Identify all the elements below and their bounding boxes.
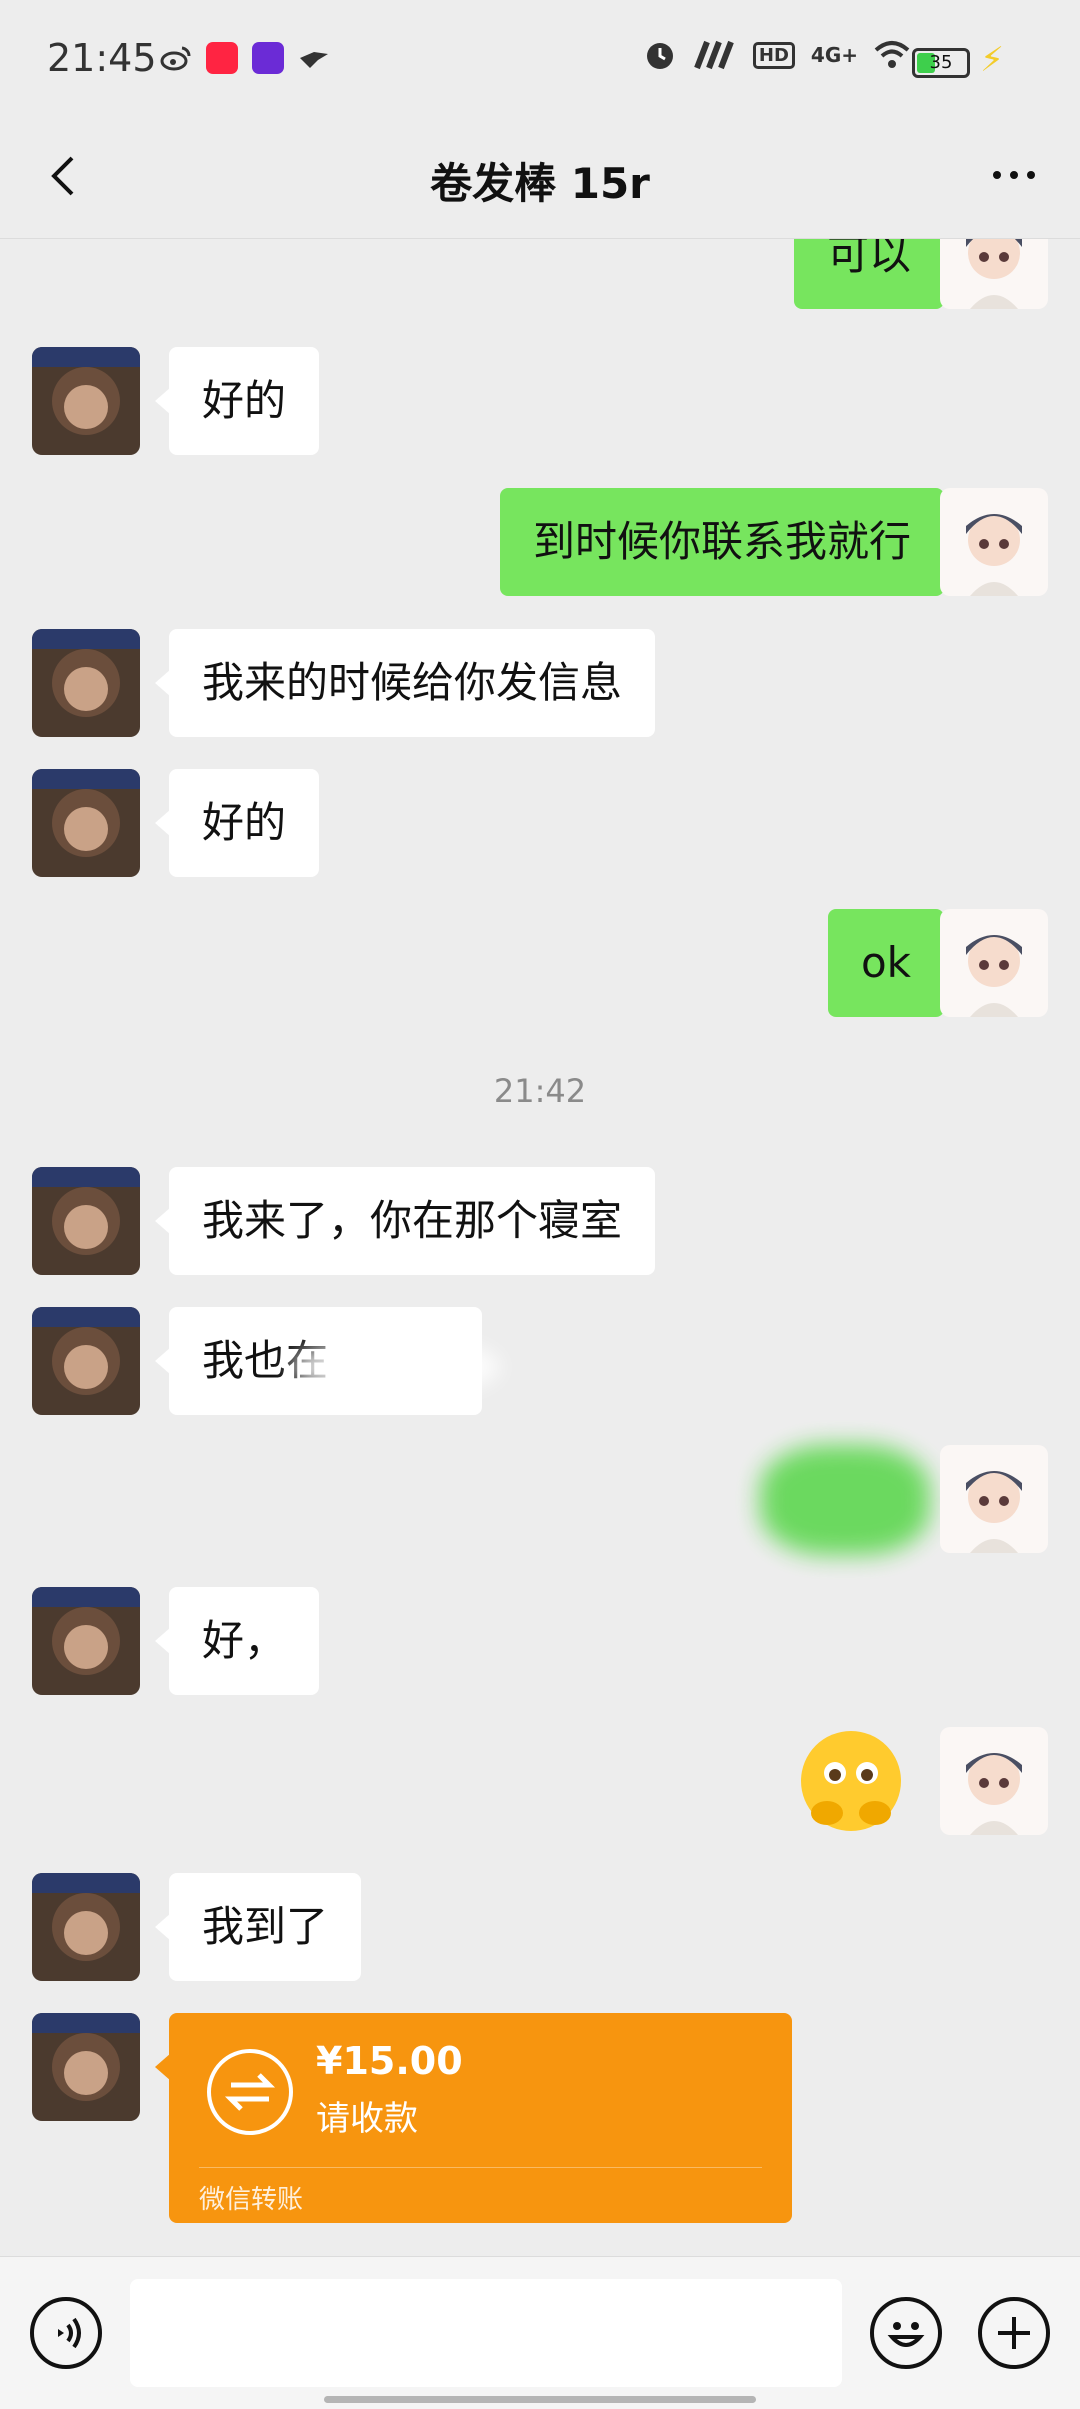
avatar-contact[interactable] [32,769,140,877]
avatar-self[interactable] [940,239,1048,309]
transfer-footer: 微信转账 [199,2185,304,2215]
status-system-icons: HD 4G+ [643,38,910,72]
transfer-amount: ¥15.00 [316,2039,463,2083]
message-bubble-in[interactable]: 好， [154,1587,320,1695]
battery-icon: 35 [912,48,970,78]
redaction-blur [290,1337,500,1397]
home-indicator[interactable] [324,2396,756,2403]
avatar-contact[interactable] [32,629,140,737]
transfer-icon [207,2049,293,2135]
message-bubble-out[interactable]: 到时候你联系我就行 [499,488,959,596]
signal-icon [694,40,734,70]
avatar-self[interactable] [940,1445,1048,1553]
avatar-contact[interactable] [32,1167,140,1275]
redacted-message-bubble[interactable] [760,1445,930,1555]
network-type: 4G+ [810,43,858,67]
weibo-icon [160,42,192,74]
message-bubble-in[interactable]: 我来的时候给你发信息 [154,629,656,737]
voice-button[interactable] [30,2297,102,2369]
chat-title: 卷发棒 15r [430,159,650,208]
transfer-status: 请收款 [316,2099,418,2139]
battery-level: 35 [929,52,953,73]
bird-app-icon [298,42,330,74]
emoji-button[interactable] [870,2297,942,2369]
message-bubble-in[interactable]: 我到了 [154,1873,362,1981]
video-app-icon [252,42,284,74]
input-bar [0,2256,1080,2409]
message-bubble-out[interactable]: 可以 [793,239,959,309]
avatar-self[interactable] [940,1727,1048,1835]
transfer-card[interactable]: ¥15.00 请收款 微信转账 [155,2013,792,2223]
hd-icon: HD [752,41,795,69]
message-input[interactable] [130,2279,842,2387]
avatar-contact[interactable] [32,1587,140,1695]
status-time: 21:45 [47,36,157,80]
plus-button[interactable] [978,2297,1050,2369]
xiaohongshu-icon [206,42,238,74]
avatar-contact[interactable] [32,347,140,455]
status-bar: 21:45 HD 4G+ 35 ⚡ [0,0,1080,120]
message-bubble-in[interactable]: 好的 [154,347,320,455]
status-notification-icons [160,42,330,74]
avatar-contact[interactable] [32,1873,140,1981]
shy-face-emoji[interactable] [797,1727,905,1835]
wifi-icon [874,41,910,68]
divider [199,2167,762,2168]
message-bubble-in[interactable]: 我来了，你在那个寝室 [154,1167,656,1275]
emoji-icon [887,2322,925,2347]
charging-icon: ⚡ [980,40,1004,80]
avatar-self[interactable] [940,488,1048,596]
avatar-contact[interactable] [32,2013,140,2121]
avatar-contact[interactable] [32,1307,140,1415]
chat-header: 卷发棒 15r [0,120,1080,239]
plus-icon [998,2317,1030,2349]
avatar-self[interactable] [940,909,1048,1017]
more-dots-icon [993,171,1001,179]
message-bubble-in[interactable]: 好的 [154,769,320,877]
chat-message-list[interactable]: 可以 好的 到时候你联系我就行 我来的时候给你发信息 好的 ok 21:42 我… [0,239,1080,2255]
more-button[interactable] [984,160,1044,190]
voice-icon [58,2317,81,2349]
message-timestamp: 21:42 [493,1072,587,1110]
message-bubble-out[interactable]: ok [827,909,959,1017]
alarm-icon [646,43,673,69]
